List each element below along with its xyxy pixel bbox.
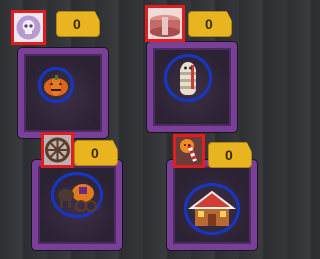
cost-value: 0 [73, 16, 81, 32]
candy-cane-icon [180, 139, 197, 162]
item-slot[interactable] [11, 10, 46, 45]
ingredient-circle[interactable] [51, 172, 103, 218]
item-slot[interactable] [145, 5, 185, 42]
wagon-wheel-icon [45, 137, 70, 163]
item-slot[interactable] [41, 132, 74, 168]
cost-tag: 0 [188, 11, 232, 37]
cost-tag: 0 [74, 140, 118, 166]
cost-value: 0 [91, 145, 99, 161]
cost-value: 0 [225, 147, 233, 163]
gift-box-icon [150, 15, 180, 37]
item-slot[interactable] [173, 134, 205, 168]
ingredient-circle[interactable] [184, 183, 240, 235]
mummy-icon [180, 62, 196, 95]
pumpkin-carriage-icon [58, 184, 97, 212]
pumpkin-icon [44, 75, 68, 96]
ingredient-circle[interactable] [164, 54, 212, 102]
gingerbread-house-icon [188, 190, 236, 226]
cost-value: 0 [205, 16, 213, 32]
cost-tag: 0 [208, 142, 252, 168]
ingredient-circle[interactable] [38, 67, 74, 103]
skull-icon [16, 15, 41, 40]
cost-tag: 0 [56, 11, 100, 37]
